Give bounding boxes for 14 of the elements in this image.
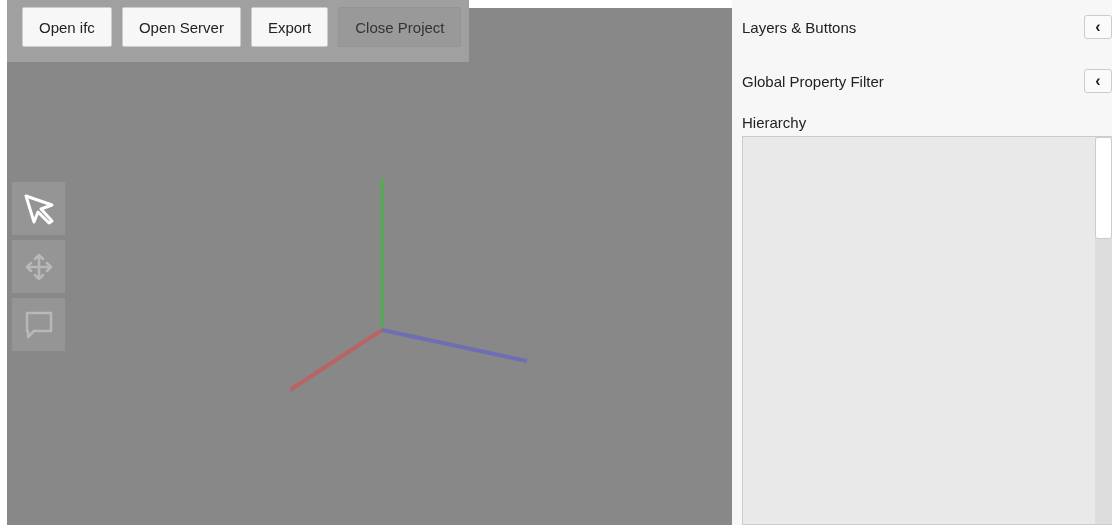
- collapse-button[interactable]: ‹: [1084, 15, 1112, 39]
- move-tool-button[interactable]: [12, 240, 65, 293]
- scrollbar-thumb[interactable]: [1095, 137, 1112, 239]
- toolbar-button[interactable]: Open ifc: [22, 7, 112, 47]
- section-title: Hierarchy: [742, 114, 808, 131]
- comment-tool-button[interactable]: [12, 298, 65, 351]
- move-arrows-icon: [23, 251, 54, 282]
- toolbar-button[interactable]: Export: [250, 7, 329, 47]
- section-title: Layers & Buttons: [742, 18, 857, 36]
- scrollbar[interactable]: [1095, 137, 1112, 524]
- toolbar-button[interactable]: Open Server: [121, 7, 241, 47]
- section-title: Global Property Filter: [742, 72, 884, 90]
- select-tool-button[interactable]: [12, 182, 65, 235]
- collapse-button[interactable]: ‹: [1084, 69, 1112, 93]
